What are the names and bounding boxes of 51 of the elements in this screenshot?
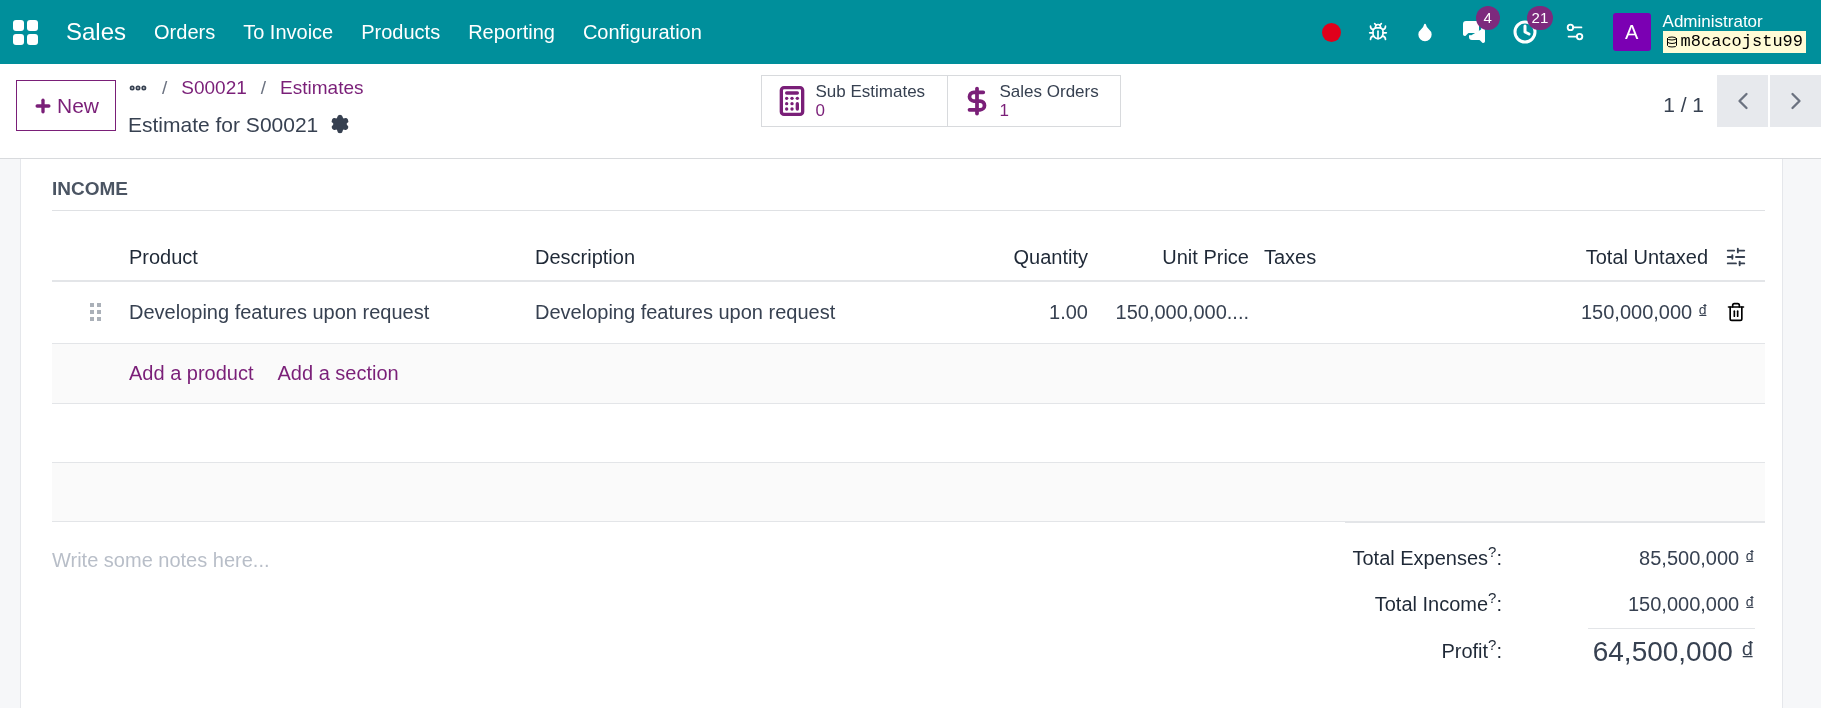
breadcrumb-link[interactable]: Estimates [280,74,364,103]
bug-icon[interactable] [1367,22,1388,42]
user-avatar[interactable]: A [1612,13,1651,51]
app-name[interactable]: Sales [66,14,127,50]
database-icon [1665,35,1678,48]
menu-item[interactable]: Reporting [454,17,569,47]
breadcrumb-separator: / [260,76,267,100]
column-header[interactable]: Taxes [1249,242,1500,272]
app-menu-icon[interactable] [13,19,38,45]
new-button[interactable]: New [16,80,116,131]
drag-handle-icon[interactable] [90,303,101,321]
next-button[interactable] [1770,75,1821,127]
column-header[interactable]: Product [129,242,535,272]
add-link[interactable]: Add a product [129,358,254,388]
total-value: 85,500,000 ₫ [1639,545,1755,571]
menu-item[interactable]: Configuration [568,17,716,47]
menu-item[interactable]: Orders [140,17,230,47]
trash-icon[interactable] [1726,302,1746,322]
table-cell-text: 150,000,000.... [1115,300,1249,325]
add-link[interactable]: Add a section [277,358,399,388]
user-name: Administrator [1662,11,1764,31]
record-icon[interactable] [1321,22,1341,42]
table-cell-text: 1.00 [1049,300,1088,325]
gear-icon[interactable] [330,114,351,135]
table-cell-text: 150,000,000 ₫ [1580,300,1708,325]
column-header[interactable]: Quantity [1013,242,1088,272]
section-title: INCOME [52,178,128,199]
previous-button[interactable] [1717,75,1768,127]
count-badge: 4 [1475,6,1500,30]
column-header[interactable]: Description [535,242,960,272]
total-label: Total Expenses$^{?}$: [1351,542,1502,571]
column-settings-icon[interactable] [1725,246,1747,268]
notes-field[interactable]: Write some notes here... [52,545,752,574]
smart-button[interactable]: Sales Orders 1 [946,75,1121,127]
breadcrumb-separator: / [162,76,168,100]
pager-value: 1 / 1 [1663,92,1704,118]
column-header[interactable]: Unit Price [1162,242,1249,272]
count-badge: 21 [1526,6,1554,30]
menu-item[interactable]: Products [347,17,455,47]
table-cell-text: Developing features upon request [129,300,431,325]
total-value: 64,500,000 ₫ [1588,628,1755,673]
total-label: Profit$^{?}$: [1440,635,1502,664]
record-title: Estimate for S00021 [128,111,319,138]
menu-item[interactable]: To Invoice [229,17,348,47]
column-header[interactable]: Total Untaxed [1585,242,1708,272]
database-name: m8cacojstu99 [1680,30,1803,53]
total-value: 150,000,000 ₫ [1627,591,1755,617]
smart-button[interactable]: Sub Estimates 0 [760,75,948,127]
total-label: Total Income$^{?}$: [1373,588,1502,617]
breadcrumb-link[interactable]: S00021 [181,74,247,103]
table-cell-text: Developing features upon request [535,300,837,325]
